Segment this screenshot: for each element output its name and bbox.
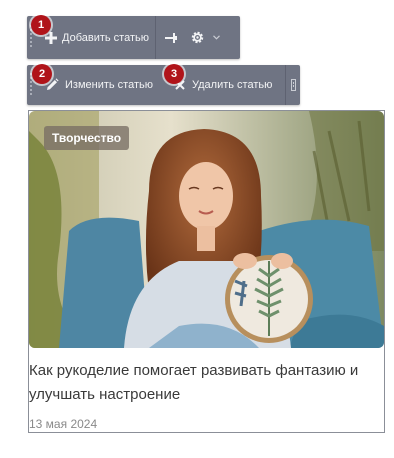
article-date: 13 мая 2024 xyxy=(29,417,98,431)
step-marker: 3 xyxy=(164,64,184,84)
add-article-label: Добавить статью xyxy=(62,31,149,44)
article-card[interactable]: Творчество Как рукоделие помогает развив… xyxy=(28,110,385,433)
settings-dropdown-button[interactable] xyxy=(186,16,224,59)
edit-article-label: Изменить статью xyxy=(65,79,153,91)
pin-icon xyxy=(164,32,177,43)
plus-icon xyxy=(45,31,57,44)
gear-icon xyxy=(191,31,204,44)
delete-article-label: Удалить статью xyxy=(191,79,273,91)
article-admin-toolbar: Добавить статью xyxy=(27,16,240,59)
chevron-down-icon xyxy=(213,35,220,40)
step-marker: 1 xyxy=(31,15,51,35)
step-marker: 2 xyxy=(32,64,52,84)
article-image[interactable]: Творчество xyxy=(29,111,384,348)
pin-button[interactable] xyxy=(156,16,186,59)
more-options-handle[interactable] xyxy=(291,79,296,91)
article-title[interactable]: Как рукоделие помогает развивать фантази… xyxy=(29,359,369,407)
toolbar-divider xyxy=(285,65,286,105)
category-badge[interactable]: Творчество xyxy=(44,126,130,150)
